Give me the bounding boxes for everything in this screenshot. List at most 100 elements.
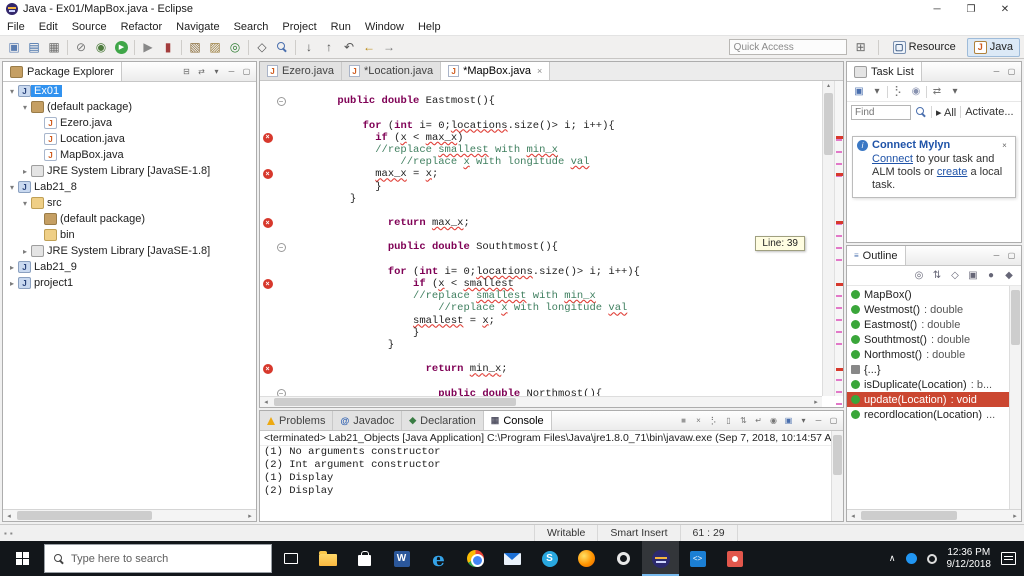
tree-expanded-arrow[interactable]: ▾ <box>6 183 18 192</box>
outline-hscrollbar[interactable]: ◂ ▸ <box>847 509 1021 521</box>
search-icon[interactable] <box>915 106 927 118</box>
skip-breakpoints-icon[interactable]: ⊘ <box>71 37 91 57</box>
coverage-icon[interactable]: ▮ <box>158 37 178 57</box>
sort-icon[interactable]: ⇅ <box>929 270 945 281</box>
taskbar-app-chrome[interactable] <box>457 541 494 576</box>
occurrence-mark[interactable] <box>836 139 842 141</box>
package-explorer-tab[interactable]: Package Explorer <box>3 62 122 81</box>
new-icon[interactable]: ▣ <box>4 37 24 57</box>
quick-access-input[interactable]: Quick Access <box>728 39 847 55</box>
error-marker-icon[interactable]: × <box>262 132 273 143</box>
tree-collapsed-arrow[interactable]: ▸ <box>19 167 31 176</box>
terminate-icon[interactable]: ■ <box>677 416 690 425</box>
remove-all-icon[interactable]: ⡣ <box>707 416 720 425</box>
resource-perspective-button[interactable]: ▢ Resource <box>886 38 963 57</box>
fold-collapse-icon[interactable]: − <box>276 243 286 253</box>
taskbar-clock[interactable]: 12:36 PM 9/12/2018 <box>947 547 992 571</box>
menu-run[interactable]: Run <box>324 19 358 35</box>
tree-expanded-arrow[interactable]: ▾ <box>19 199 31 208</box>
outline-item-isduplicate-location[interactable]: isDuplicate(Location) : b... <box>847 377 1021 392</box>
taskbar-app-file-explorer[interactable] <box>309 541 346 576</box>
taskbar-search-box[interactable]: Type here to search <box>44 544 272 573</box>
error-mark[interactable] <box>836 368 843 371</box>
hide-fields-icon[interactable]: ◇ <box>947 270 963 281</box>
menu-help[interactable]: Help <box>411 19 448 35</box>
mylyn-create-link[interactable]: create <box>937 166 968 178</box>
external-tools-icon[interactable]: ▶ <box>138 37 158 57</box>
taskbar-app-store[interactable] <box>346 541 383 576</box>
occurrence-mark[interactable] <box>836 151 842 153</box>
tree-item-ex01[interactable]: ▾ J Ex01 <box>3 83 256 99</box>
open-type-icon[interactable]: ◇ <box>252 37 272 57</box>
editor-tab-ezero-java[interactable]: J Ezero.java <box>260 62 342 80</box>
new-task-menu-icon[interactable]: ▾ <box>869 86 885 97</box>
error-marker-icon[interactable]: × <box>262 218 273 229</box>
hide-static-icon[interactable]: ▣ <box>965 270 981 281</box>
collapse-all-icon[interactable]: ⊟ <box>180 67 193 76</box>
view-menu-icon[interactable]: ▾ <box>797 416 810 425</box>
outline-item-update-location[interactable]: update(Location) : void <box>847 392 1021 407</box>
back-icon[interactable]: ← <box>359 37 379 57</box>
error-marker-icon[interactable]: × <box>262 279 273 290</box>
occurrence-mark[interactable] <box>836 235 842 237</box>
tree-item-mapbox-java[interactable]: J MapBox.java <box>3 147 256 163</box>
show-hidden-icons-chevron[interactable]: ∧ <box>889 553 896 564</box>
tree-collapsed-arrow[interactable]: ▸ <box>6 279 18 288</box>
console-vscrollbar[interactable] <box>831 431 843 521</box>
prev-annotation-icon[interactable]: ↑ <box>319 37 339 57</box>
tree-item-project1[interactable]: ▸ Jproject1 <box>3 275 256 291</box>
occurrence-mark[interactable] <box>836 319 842 321</box>
editor-vscrollbar[interactable]: ▴ <box>822 81 834 396</box>
print-icon[interactable]: ▦ <box>44 37 64 57</box>
scroll-left-icon[interactable]: ◂ <box>847 512 859 520</box>
taskbar-app-skype[interactable]: S <box>531 541 568 576</box>
fold-collapse-icon[interactable]: − <box>276 389 286 396</box>
filter-all-dropdown[interactable]: ▸ All <box>936 106 956 119</box>
minimize-view-icon[interactable]: ─ <box>990 67 1003 76</box>
minimize-button[interactable]: ─ <box>920 0 954 18</box>
view-menu-icon[interactable]: ▾ <box>210 67 223 76</box>
occurrence-mark[interactable] <box>836 343 842 345</box>
outline-item-recordlocation-location[interactable]: recordlocation(Location)... <box>847 407 1021 422</box>
start-button[interactable] <box>0 541 44 576</box>
occurrence-mark[interactable] <box>836 331 842 333</box>
java-perspective-button[interactable]: J Java <box>966 37 1020 57</box>
outline-vscrollbar[interactable] <box>1009 286 1021 509</box>
tab-declaration[interactable]: ◆ Declaration <box>402 411 484 430</box>
menu-window[interactable]: Window <box>358 19 411 35</box>
tree-expanded-arrow[interactable]: ▾ <box>19 103 31 112</box>
new-class-icon[interactable]: ◎ <box>225 37 245 57</box>
tree-item-src[interactable]: ▾ src <box>3 195 256 211</box>
scroll-lock-icon[interactable]: ⇅ <box>737 416 750 425</box>
error-marker-icon[interactable]: × <box>262 169 273 180</box>
activate-link[interactable]: Activate... <box>965 106 1013 118</box>
occurrence-mark[interactable] <box>836 247 842 249</box>
occurrence-mark[interactable] <box>836 379 842 381</box>
open-perspective-icon[interactable]: ⊞ <box>851 37 871 57</box>
taskbar-app-eclipse[interactable] <box>642 541 679 576</box>
restore-button[interactable]: ❐ <box>954 0 988 18</box>
scroll-right-icon[interactable]: ▸ <box>244 512 256 520</box>
hide-non-public-icon[interactable]: ● <box>983 270 999 281</box>
collapse-all-icon[interactable]: ⡣ <box>890 86 906 97</box>
occurrence-mark[interactable] <box>836 259 842 261</box>
fold-collapse-icon[interactable]: − <box>276 96 286 106</box>
taskbar-app-photos[interactable] <box>716 541 753 576</box>
outline-list[interactable]: MapBox() Westmost() : double Eastmost() : … <box>847 286 1021 509</box>
synchronize-icon[interactable]: ⇄ <box>929 86 945 97</box>
new-package-icon[interactable]: ▨ <box>205 37 225 57</box>
outline-item-northmost[interactable]: Northmost() : double <box>847 347 1021 362</box>
menu-navigate[interactable]: Navigate <box>169 19 226 35</box>
tab-javadoc[interactable]: @ Javadoc <box>333 411 403 430</box>
close-button[interactable]: ✕ <box>988 0 1022 18</box>
occurrence-mark[interactable] <box>836 307 842 309</box>
occurrence-mark[interactable] <box>836 163 842 165</box>
overview-ruler[interactable] <box>834 81 843 429</box>
minimize-view-icon[interactable]: ─ <box>990 251 1003 260</box>
link-with-editor-icon[interactable]: ⇄ <box>195 67 208 76</box>
action-center-icon[interactable] <box>1001 552 1016 565</box>
package-explorer-hscrollbar[interactable]: ◂ ▸ <box>3 509 256 521</box>
taskbar-app-mail[interactable] <box>494 541 531 576</box>
editor-tab-location-java[interactable]: J *Location.java <box>341 62 442 80</box>
taskbar-app-vscode[interactable]: <> <box>679 541 716 576</box>
